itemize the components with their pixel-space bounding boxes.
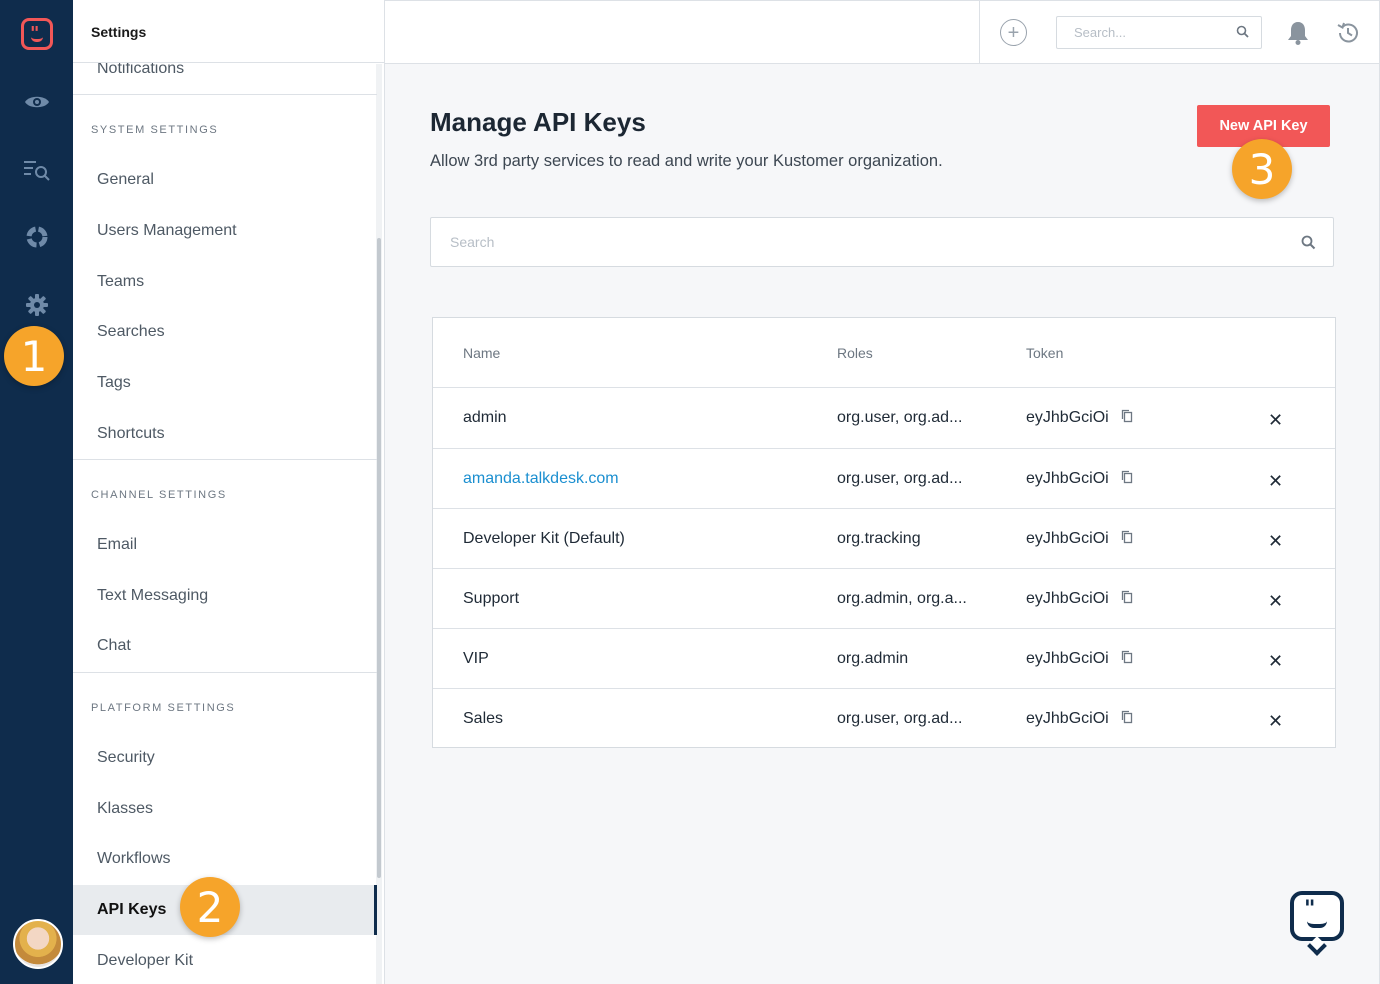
key-token: eyJhbGciOi xyxy=(1026,530,1109,547)
key-token: eyJhbGciOi xyxy=(1026,470,1109,487)
sidebar-item-klasses[interactable]: Klasses xyxy=(73,784,377,834)
sidebar-title: Settings xyxy=(91,24,147,40)
sidebar-item-workflows[interactable]: Workflows xyxy=(73,834,377,884)
reports-icon[interactable] xyxy=(22,222,52,252)
key-name-link[interactable]: amanda.talkdesk.com xyxy=(463,449,619,509)
delete-icon[interactable]: ✕ xyxy=(1268,410,1283,431)
api-key-search[interactable] xyxy=(430,217,1334,267)
sidebar-item-text-messaging[interactable]: Text Messaging xyxy=(73,571,377,621)
sidebar-item-searches[interactable]: Searches xyxy=(73,307,377,357)
table-row[interactable]: Support org.admin, org.a... eyJhbGciOi ✕ xyxy=(433,568,1335,628)
divider xyxy=(979,1,980,64)
divider xyxy=(73,94,377,95)
key-token: eyJhbGciOi xyxy=(1026,710,1109,727)
top-bar: + xyxy=(385,0,1380,64)
delete-icon[interactable]: ✕ xyxy=(1268,531,1283,552)
search-icon[interactable] xyxy=(1301,235,1316,255)
api-key-search-input[interactable] xyxy=(431,218,1291,266)
column-header-name[interactable]: Name xyxy=(463,318,500,388)
app-rail: " 1 xyxy=(0,0,73,984)
sidebar-item-email[interactable]: Email xyxy=(73,520,377,570)
global-search-input[interactable] xyxy=(1057,17,1232,48)
key-token: eyJhbGciOi xyxy=(1026,590,1109,607)
copy-icon[interactable] xyxy=(1121,530,1133,549)
sidebar-item-developer-kit[interactable]: Developer Kit xyxy=(73,936,377,984)
sidebar-item-general[interactable]: General xyxy=(73,155,377,205)
step-marker-1: 1 xyxy=(4,326,64,386)
column-header-roles[interactable]: Roles xyxy=(837,318,873,388)
delete-icon[interactable]: ✕ xyxy=(1268,591,1283,612)
sidebar-item-users-management[interactable]: Users Management xyxy=(73,206,377,256)
divider xyxy=(73,459,377,460)
plus-icon: + xyxy=(1007,21,1020,44)
delete-icon[interactable]: ✕ xyxy=(1268,471,1283,492)
page-subtitle: Allow 3rd party services to read and wri… xyxy=(430,152,943,170)
key-name[interactable]: Developer Kit (Default) xyxy=(463,509,625,569)
column-header-token[interactable]: Token xyxy=(1026,318,1063,388)
divider xyxy=(73,672,377,673)
history-icon[interactable] xyxy=(1335,20,1361,51)
section-label-channel: CHANNEL SETTINGS xyxy=(91,489,227,501)
copy-icon[interactable] xyxy=(1121,470,1133,489)
bell-icon[interactable] xyxy=(1286,20,1310,51)
settings-sidebar: Settings Notifications SYSTEM SETTINGS G… xyxy=(73,0,385,984)
key-name[interactable]: admin xyxy=(463,388,507,448)
key-token: eyJhbGciOi xyxy=(1026,409,1109,426)
copy-icon[interactable] xyxy=(1121,590,1133,609)
search-icon[interactable] xyxy=(1236,25,1249,43)
sidebar-item-chat[interactable]: Chat xyxy=(73,621,377,671)
search-list-icon[interactable] xyxy=(22,155,52,185)
table-row[interactable]: Sales org.user, org.ad... eyJhbGciOi ✕ xyxy=(433,688,1335,748)
main-content: Manage API Keys Allow 3rd party services… xyxy=(385,64,1380,984)
delete-icon[interactable]: ✕ xyxy=(1268,651,1283,672)
key-name[interactable]: Sales xyxy=(463,689,503,749)
gear-icon[interactable] xyxy=(22,290,52,320)
chat-widget-icon[interactable]: " xyxy=(1290,891,1344,956)
sidebar-item-security[interactable]: Security xyxy=(73,733,377,783)
global-search[interactable] xyxy=(1056,16,1262,49)
sidebar-header: Settings xyxy=(73,0,384,63)
eye-icon[interactable] xyxy=(22,87,52,117)
sidebar-item-teams[interactable]: Teams xyxy=(73,257,377,307)
key-roles: org.user, org.ad... xyxy=(837,710,963,727)
delete-icon[interactable]: ✕ xyxy=(1268,711,1283,732)
step-marker-2: 2 xyxy=(180,877,240,937)
key-name[interactable]: VIP xyxy=(463,629,489,689)
key-roles: org.user, org.ad... xyxy=(837,409,963,426)
copy-icon[interactable] xyxy=(1121,650,1133,669)
sidebar-item-tags[interactable]: Tags xyxy=(73,358,377,408)
api-keys-table: Name Roles Token admin org.user, org.ad.… xyxy=(432,317,1336,748)
section-label-system: SYSTEM SETTINGS xyxy=(91,124,219,136)
avatar[interactable] xyxy=(13,919,63,969)
table-row[interactable]: Developer Kit (Default) org.tracking eyJ… xyxy=(433,508,1335,568)
section-label-platform: PLATFORM SETTINGS xyxy=(91,702,236,714)
key-roles: org.tracking xyxy=(837,530,921,547)
key-roles: org.admin, org.a... xyxy=(837,590,967,607)
copy-icon[interactable] xyxy=(1121,710,1133,729)
key-roles: org.user, org.ad... xyxy=(837,470,963,487)
key-token: eyJhbGciOi xyxy=(1026,650,1109,667)
table-row[interactable]: VIP org.admin eyJhbGciOi ✕ xyxy=(433,628,1335,688)
table-row[interactable]: amanda.talkdesk.com org.user, org.ad... … xyxy=(433,448,1335,508)
sidebar-scrollbar[interactable] xyxy=(377,238,381,878)
page-title: Manage API Keys xyxy=(430,107,646,137)
add-button[interactable]: + xyxy=(1000,19,1027,46)
copy-icon[interactable] xyxy=(1121,409,1133,428)
key-name[interactable]: Support xyxy=(463,569,519,629)
sidebar-item-shortcuts[interactable]: Shortcuts xyxy=(73,409,377,459)
logo-icon[interactable]: " xyxy=(21,18,53,50)
key-roles: org.admin xyxy=(837,650,909,667)
step-marker-3: 3 xyxy=(1232,139,1292,199)
table-row[interactable]: admin org.user, org.ad... eyJhbGciOi ✕ xyxy=(433,387,1335,447)
